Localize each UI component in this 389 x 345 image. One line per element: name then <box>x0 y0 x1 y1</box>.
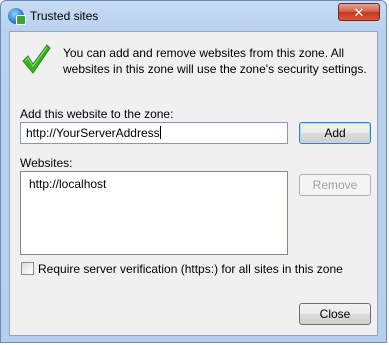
checkmark-icon <box>22 44 51 74</box>
add-button[interactable]: Add <box>299 122 371 144</box>
https-verification-checkbox[interactable] <box>21 262 34 275</box>
websites-label: Websites: <box>20 156 73 170</box>
add-website-label: Add this website to the zone: <box>20 107 174 121</box>
info-text: You can add and remove websites from thi… <box>63 46 367 76</box>
text-cursor <box>159 126 161 139</box>
website-url-input[interactable]: http://YourServerAddress <box>20 122 288 144</box>
https-verification-label[interactable]: Require server verification (https:) for… <box>38 262 343 276</box>
websites-list[interactable]: http://localhost <box>20 171 288 255</box>
remove-button[interactable]: Remove <box>299 174 371 196</box>
website-url-value: http://YourServerAddress <box>26 126 160 140</box>
close-window-button[interactable]: ✕ <box>338 3 380 21</box>
dialog-window: Trusted sites ✕ You can add and remove w… <box>0 0 387 343</box>
close-button[interactable]: Close <box>299 303 371 325</box>
title-bar[interactable]: Trusted sites ✕ <box>1 1 386 31</box>
list-item[interactable]: http://localhost <box>29 177 106 191</box>
globe-icon <box>8 8 26 25</box>
dialog-body: You can add and remove websites from thi… <box>9 31 378 336</box>
window-title: Trusted sites <box>30 9 99 23</box>
